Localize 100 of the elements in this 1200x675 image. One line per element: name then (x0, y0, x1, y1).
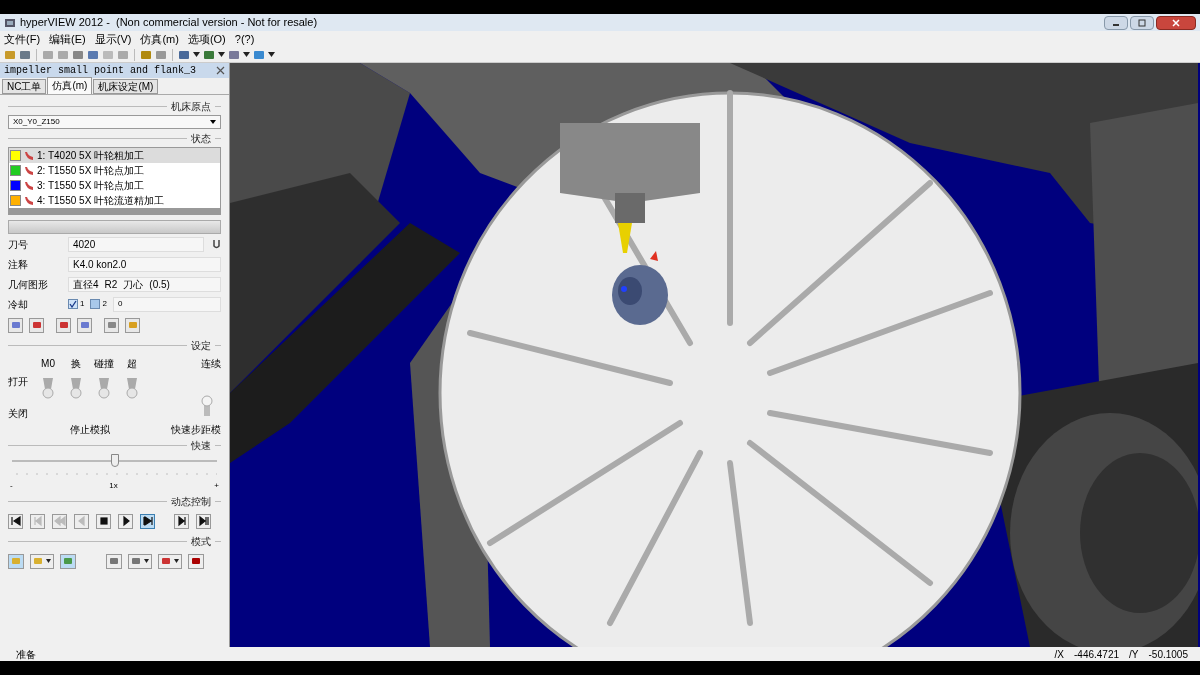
close-button[interactable] (1156, 15, 1196, 30)
caret-icon[interactable] (193, 52, 200, 57)
slider-thumb[interactable] (110, 454, 119, 467)
toolbar-icon[interactable] (4, 48, 16, 61)
toolbar-icon[interactable] (19, 48, 31, 61)
tool-button[interactable] (125, 317, 140, 333)
toolbar-icon[interactable] (87, 48, 99, 61)
field-value: 4020 (68, 236, 204, 252)
speed-value: 1x (109, 480, 118, 492)
toolbar-icon[interactable] (117, 48, 129, 61)
toolbar-icon[interactable] (228, 48, 240, 61)
switch-label: 超 (127, 356, 137, 371)
tool-icon (79, 320, 90, 330)
close-icon[interactable] (216, 66, 225, 75)
operation-item[interactable]: 3: T1550 5X 叶轮点加工 (9, 178, 220, 193)
checkbox-label: 1 (80, 298, 85, 310)
operation-item[interactable]: 2: T1550 5X 叶轮点加工 (9, 163, 220, 178)
switch-label: 碰撞 (94, 356, 114, 371)
tool-button[interactable] (56, 317, 71, 333)
toggle-switch[interactable] (42, 377, 54, 399)
checkbox[interactable] (68, 299, 78, 309)
field-label: 刀号 (8, 237, 29, 252)
mode-icon (109, 556, 119, 566)
next-icon (175, 515, 188, 527)
toolbar-icon[interactable] (178, 48, 190, 61)
stop-button[interactable] (96, 513, 111, 529)
toolpath-icon (24, 195, 34, 206)
toggle-switch[interactable] (98, 377, 110, 399)
menu-item[interactable]: 仿真(m) (140, 30, 179, 48)
mode-button[interactable] (106, 553, 122, 569)
mode-button[interactable] (188, 553, 204, 569)
field-label: 注释 (8, 257, 29, 272)
mode-button[interactable] (30, 553, 54, 569)
tool-button[interactable] (8, 317, 23, 333)
mode-icon (161, 556, 171, 566)
field-value: 直径4 R2 刀心 (0.5) (68, 276, 221, 292)
switch-label: 连续 (201, 356, 221, 371)
first-button[interactable] (8, 513, 23, 529)
minimize-button[interactable] (1104, 15, 1128, 30)
switch-label: M0 (41, 356, 55, 371)
mode-button[interactable] (60, 553, 76, 569)
mode-icon (191, 556, 201, 566)
toolpath-icon (24, 180, 34, 191)
slider-min-label: - (10, 480, 13, 492)
mode-icon (63, 556, 73, 566)
field-value: 0 (112, 296, 221, 312)
menu-item[interactable]: 显示(V) (94, 30, 132, 48)
operation-label: 3: T1550 5X 叶轮点加工 (37, 179, 145, 193)
toolbar-icon[interactable] (72, 48, 84, 61)
caret-icon[interactable] (268, 52, 275, 57)
step-button[interactable] (140, 513, 155, 529)
toolbar-icon[interactable] (57, 48, 69, 61)
menu-item[interactable]: 编辑(E) (49, 30, 86, 48)
operation-label: 4: T1550 5X 叶轮流道精加工 (37, 194, 165, 208)
tool-button[interactable] (104, 317, 119, 333)
caret-icon[interactable] (243, 52, 250, 57)
toolbar-icon[interactable] (42, 48, 54, 61)
checkbox-label: 2 (102, 298, 107, 310)
operation-item[interactable]: 1: T4020 5X 叶轮粗加工 (9, 148, 220, 163)
row-label: 关闭 (8, 406, 29, 421)
tool-button[interactable] (29, 317, 44, 333)
section-heading: 机床原点 (171, 99, 211, 114)
operation-item[interactable]: 4: T1550 5X 叶轮流道精加工 (9, 193, 220, 208)
toggle-switch[interactable] (126, 377, 138, 399)
toolbar-icon[interactable] (155, 48, 167, 61)
operation-label: 1: T4020 5X 叶轮粗加工 (37, 149, 145, 163)
rewind-icon (53, 515, 66, 527)
tool-button[interactable] (77, 317, 92, 333)
coordinate-text: /X (1054, 647, 1064, 662)
toggle-switch[interactable] (201, 395, 213, 417)
next-button[interactable] (174, 513, 189, 529)
toggle-switch[interactable] (70, 377, 82, 399)
play-button[interactable] (118, 513, 133, 529)
mode-icon (11, 556, 21, 566)
menu-item[interactable]: ?(?) (234, 30, 255, 48)
tab[interactable]: 机床设定(M) (93, 79, 159, 94)
tool-icon[interactable] (212, 239, 221, 249)
prev-icon (31, 515, 44, 527)
toolbar-icon[interactable] (140, 48, 152, 61)
toolbar-icon[interactable] (203, 48, 215, 61)
switch-label: 换 (71, 356, 81, 371)
toolpath-icon (24, 150, 34, 161)
app-icon (4, 16, 16, 29)
step-icon (141, 515, 154, 527)
mode-button[interactable] (158, 553, 182, 569)
last-button[interactable] (196, 513, 211, 529)
menu-item[interactable]: 文件(F) (4, 30, 41, 48)
close-icon (1172, 18, 1180, 27)
checkbox[interactable] (90, 299, 101, 309)
tab[interactable]: NC工单 (2, 79, 47, 94)
tool-icon (106, 320, 117, 330)
origin-dropdown[interactable]: X0_Y0_Z150 (8, 115, 221, 129)
mode-icon (131, 556, 141, 566)
caret-icon[interactable] (218, 52, 225, 57)
mode-button[interactable] (128, 553, 152, 569)
menu-item[interactable]: 选项(O) (187, 30, 226, 48)
section-heading: 模式 (191, 534, 211, 549)
mode-icon (33, 556, 43, 566)
tab[interactable]: 仿真(m) (47, 77, 93, 94)
tool-icon (127, 320, 138, 330)
